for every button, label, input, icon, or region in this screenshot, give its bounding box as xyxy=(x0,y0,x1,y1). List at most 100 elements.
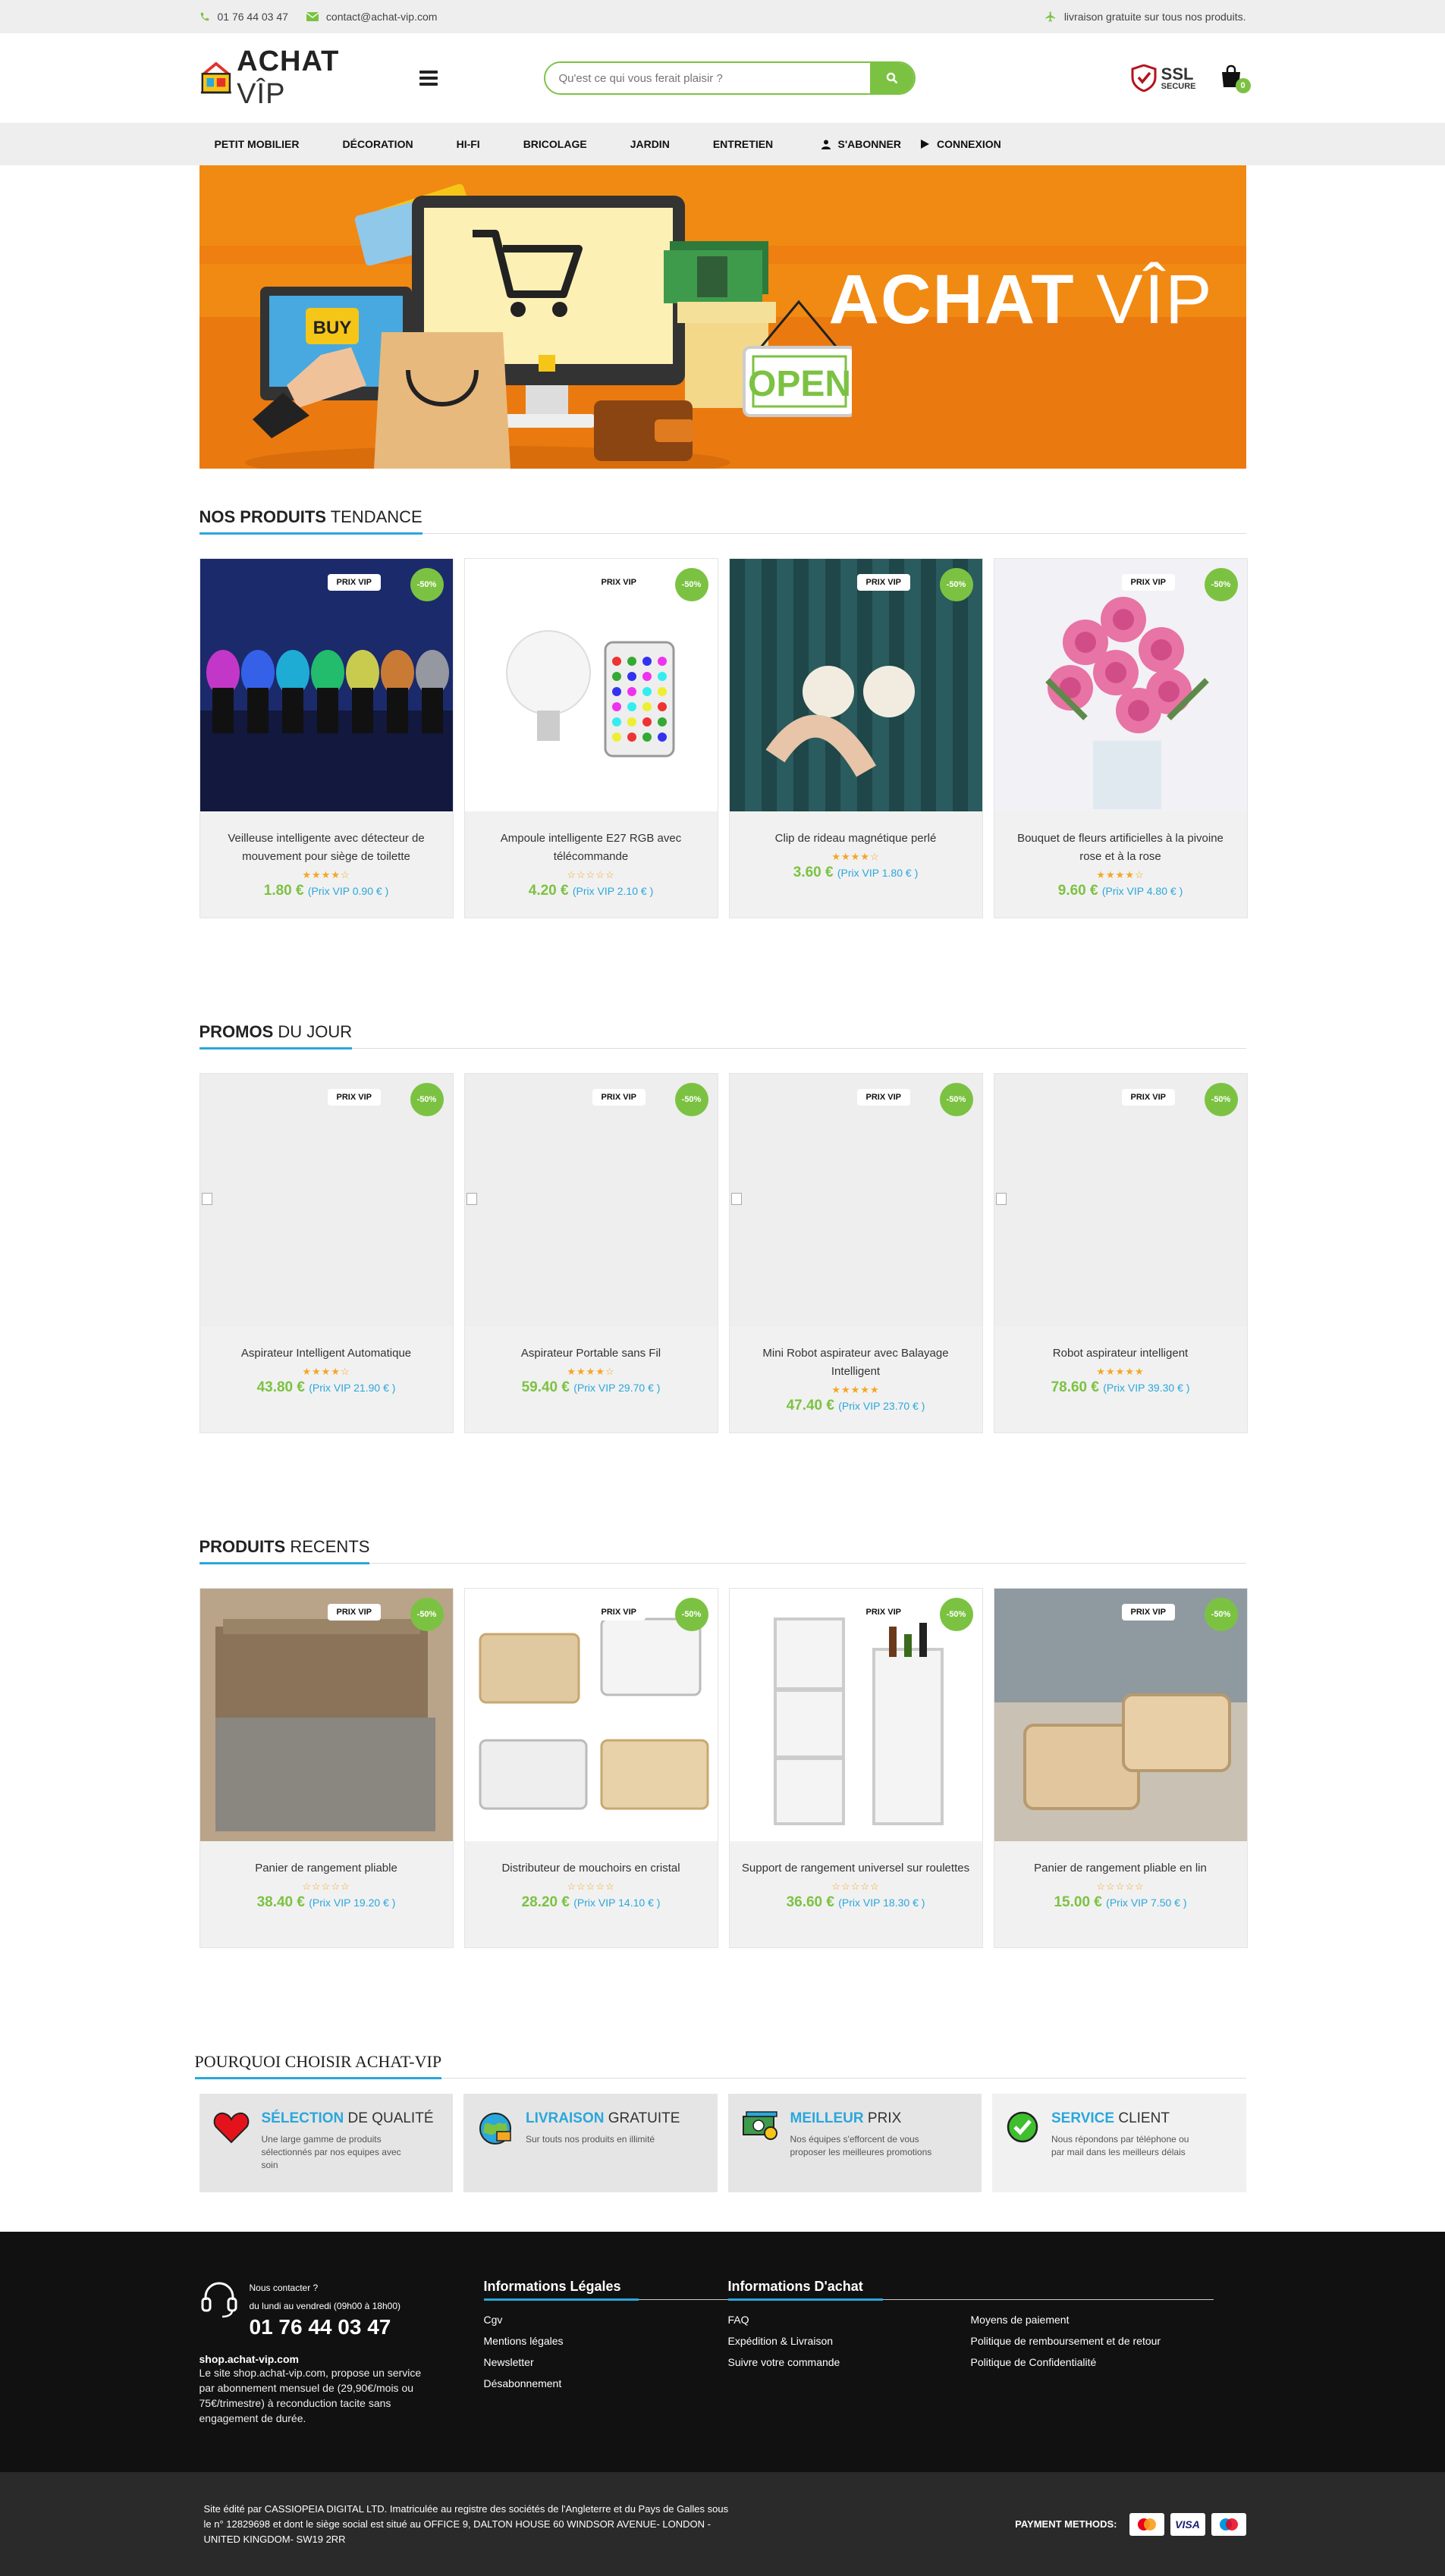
subscribe-link[interactable]: S'ABONNER xyxy=(821,138,901,150)
product-image[interactable]: PRIX VIP -50% xyxy=(464,559,718,811)
product-price: 47.40 € (Prix VIP 23.70 € ) xyxy=(742,1398,970,1414)
product-card[interactable]: PRIX VIP -50% Distributeur de mouchoirs … xyxy=(463,1588,718,1948)
product-image[interactable]: PRIX VIP -50% xyxy=(729,1589,982,1841)
product-name[interactable]: Robot aspirateur intelligent xyxy=(1007,1344,1235,1363)
product-card[interactable]: PRIX VIP -50% Veilleuse intelligente ave… xyxy=(199,558,454,918)
vip-price-label: (Prix VIP xyxy=(573,1382,616,1394)
why-item-title: LIVRAISON GRATUITE xyxy=(526,2110,680,2127)
product-image[interactable]: PRIX VIP -50% xyxy=(464,1589,718,1841)
footer-link-expedition[interactable]: Expédition & Livraison xyxy=(728,2330,971,2352)
nav-item-decoration[interactable]: DÉCORATION xyxy=(343,138,413,150)
product-card[interactable]: PRIX VIP -50% Aspirateur Intelligent Aut… xyxy=(199,1073,454,1433)
product-image[interactable]: PRIX VIP -50% xyxy=(994,559,1247,811)
product-card[interactable]: PRIX VIP -50% Robot aspirateur intellige… xyxy=(993,1073,1248,1433)
nav-item-entretien[interactable]: ENTRETIEN xyxy=(713,138,773,150)
nav-item-jardin[interactable]: JARDIN xyxy=(630,138,670,150)
product-card[interactable]: PRIX VIP -50% Mini Robot aspirateur avec… xyxy=(728,1073,983,1433)
product-name[interactable]: Distributeur de mouchoirs en cristal xyxy=(477,1859,705,1878)
product-name[interactable]: Panier de rangement pliable xyxy=(212,1859,441,1878)
product-name[interactable]: Clip de rideau magnétique perlé xyxy=(742,830,970,848)
vip-price-value: 2.10 € xyxy=(617,885,647,897)
menu-hamburger-icon[interactable] xyxy=(419,71,438,86)
product-image[interactable]: PRIX VIP -50% xyxy=(729,1074,982,1326)
product-price: 1.80 € (Prix VIP 0.90 € ) xyxy=(212,883,441,899)
hero-banner[interactable]: BUY OPEN ACHAT VÎP xyxy=(199,165,1246,469)
footer-phone[interactable]: 01 76 44 03 47 xyxy=(250,2315,401,2339)
vip-price-value: 19.20 € xyxy=(353,1897,389,1909)
product-image[interactable]: PRIX VIP -50% xyxy=(199,559,453,811)
site-logo[interactable]: ACHAT VÎP xyxy=(199,45,389,111)
footer-link-desabonnement[interactable]: Désabonnement xyxy=(484,2373,728,2394)
product-name[interactable]: Panier de rangement pliable en lin xyxy=(1007,1859,1235,1878)
nav-item-hifi[interactable]: HI-FI xyxy=(457,138,480,150)
footer-link-remboursement[interactable]: Politique de remboursement et de retour xyxy=(971,2330,1214,2352)
vip-badge: PRIX VIP xyxy=(856,1089,910,1106)
footer-link-mentions[interactable]: Mentions légales xyxy=(484,2330,728,2352)
section-title-rest: TENDANCE xyxy=(330,507,423,526)
why-section: POURQUOI CHOISIR ACHAT-VIP SÉLECTION DE … xyxy=(194,2045,1246,2192)
vip-badge: PRIX VIP xyxy=(1121,574,1175,591)
why-title-rest: ACHAT-VIP xyxy=(354,2052,442,2071)
price-value: 1.80 € xyxy=(263,883,304,899)
product-name[interactable]: Mini Robot aspirateur avec Balayage Inte… xyxy=(742,1344,970,1381)
product-card[interactable]: PRIX VIP -50% Panier de rangement pliabl… xyxy=(199,1588,454,1948)
broken-image-icon xyxy=(995,1193,1007,1205)
rating-stars: ☆☆☆☆☆ xyxy=(1096,1881,1145,1892)
topbar-phone[interactable]: 01 76 44 03 47 xyxy=(199,11,288,23)
visa-icon: VISA xyxy=(1170,2512,1205,2536)
product-card[interactable]: PRIX VIP -50% Clip de rideau magnétique … xyxy=(728,558,983,918)
product-name[interactable]: Aspirateur Portable sans Fil xyxy=(477,1344,705,1363)
mastercard-icon xyxy=(1129,2512,1164,2536)
product-name[interactable]: Veilleuse intelligente avec détecteur de… xyxy=(212,830,441,866)
banner-title-main: ACHAT xyxy=(828,261,1076,338)
footer-site[interactable]: shop.achat-vip.com xyxy=(199,2353,484,2365)
vip-price-close: ) xyxy=(1183,1897,1187,1909)
topbar-email[interactable]: contact@achat-vip.com xyxy=(306,11,437,23)
discount-badge: -50% xyxy=(410,568,444,601)
money-icon xyxy=(742,2111,777,2140)
vip-price-value: 18.30 € xyxy=(883,1897,919,1909)
product-card[interactable]: PRIX VIP -50% Bouquet de fleurs artifici… xyxy=(993,558,1248,918)
footer-link-suivi[interactable]: Suivre votre commande xyxy=(728,2352,971,2373)
product-card[interactable]: PRIX VIP -50% Aspirateur Portable sans F… xyxy=(463,1073,718,1433)
nav-item-bricolage[interactable]: BRICOLAGE xyxy=(523,138,587,150)
discount-badge: -50% xyxy=(939,568,973,601)
footer-link-newsletter[interactable]: Newsletter xyxy=(484,2352,728,2373)
discount-badge: -50% xyxy=(410,1083,444,1116)
product-card[interactable]: PRIX VIP -50% Ampoule intelligente E27 R… xyxy=(463,558,718,918)
search-button[interactable] xyxy=(869,63,914,93)
product-image[interactable]: PRIX VIP -50% xyxy=(199,1589,453,1841)
product-name[interactable]: Ampoule intelligente E27 RGB avec téléco… xyxy=(477,830,705,866)
rating-stars: ☆☆☆☆☆ xyxy=(567,1881,615,1892)
search-input[interactable] xyxy=(545,63,870,93)
vip-price-group: (Prix VIP 7.50 € ) xyxy=(1106,1897,1186,1909)
section-title-bold: NOS PRODUITS xyxy=(199,507,326,526)
footer-link-paiement[interactable]: Moyens de paiement xyxy=(971,2309,1214,2330)
product-card[interactable]: PRIX VIP -50% Support de rangement unive… xyxy=(728,1588,983,1948)
product-image[interactable]: PRIX VIP -50% xyxy=(994,1589,1247,1841)
section-title: PRODUITS RECENTS xyxy=(199,1530,369,1564)
product-image[interactable]: PRIX VIP -50% xyxy=(729,559,982,811)
vip-price-close: ) xyxy=(914,867,919,879)
banner-open-text: OPEN xyxy=(747,364,850,404)
product-name[interactable]: Aspirateur Intelligent Automatique xyxy=(212,1344,441,1363)
product-image[interactable]: PRIX VIP -50% xyxy=(464,1074,718,1326)
login-link[interactable]: CONNEXION xyxy=(920,138,1001,150)
product-image[interactable]: PRIX VIP -50% xyxy=(199,1074,453,1326)
rating-stars: ★★★★★ xyxy=(831,1384,880,1395)
cart-button[interactable]: 0 xyxy=(1219,64,1251,93)
footer-link-faq[interactable]: FAQ xyxy=(728,2309,971,2330)
product-name[interactable]: Support de rangement universel sur roule… xyxy=(742,1859,970,1878)
vip-price-group: (Prix VIP 2.10 € ) xyxy=(573,885,653,897)
discount-badge: -50% xyxy=(674,1083,708,1116)
product-name[interactable]: Bouquet de fleurs artificielles à la piv… xyxy=(1007,830,1235,866)
product-image[interactable]: PRIX VIP -50% xyxy=(994,1074,1247,1326)
nav-item-petit-mobilier[interactable]: PETIT MOBILIER xyxy=(215,138,300,150)
footer-link-cgv[interactable]: Cgv xyxy=(484,2309,728,2330)
footer-link-confidentialite[interactable]: Politique de Confidentialité xyxy=(971,2352,1214,2373)
vip-price-label: (Prix VIP xyxy=(573,1897,616,1909)
product-price: 38.40 € (Prix VIP 19.20 € ) xyxy=(212,1894,441,1911)
rating-stars: ☆☆☆☆☆ xyxy=(302,1881,350,1892)
product-card[interactable]: PRIX VIP -50% Panier de rangement pliabl… xyxy=(993,1588,1248,1948)
product-image-art xyxy=(729,559,982,811)
